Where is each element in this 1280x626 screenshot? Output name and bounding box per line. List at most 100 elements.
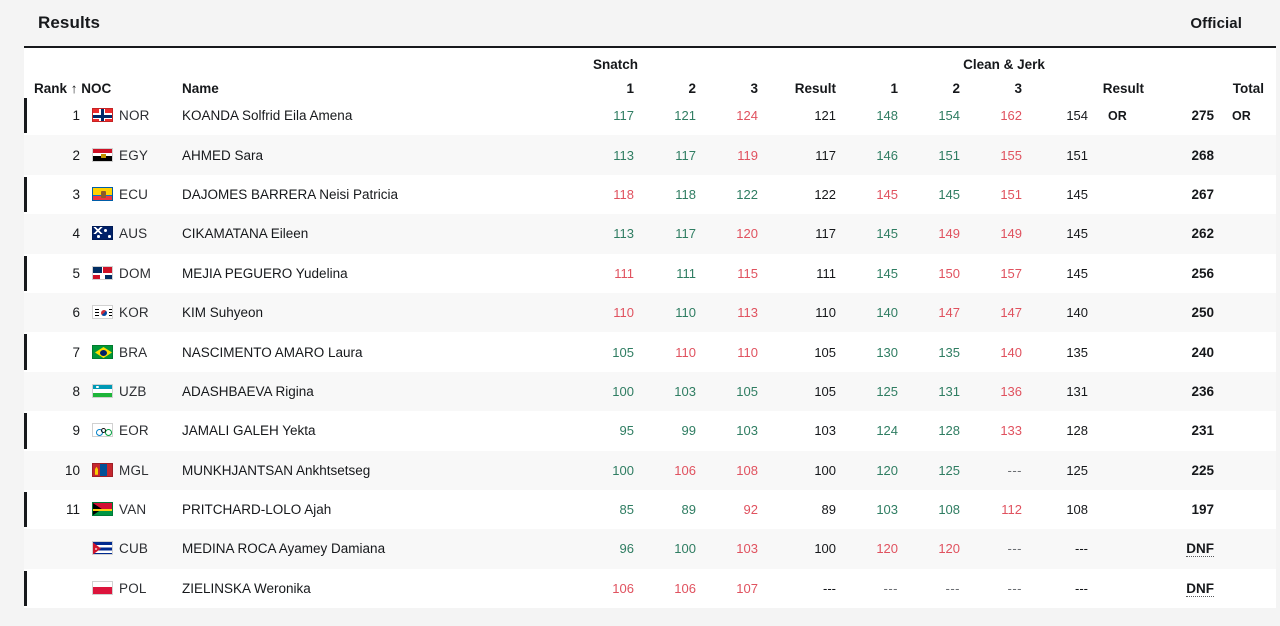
athlete-name[interactable]: CIKAMATANA Eileen <box>174 214 586 253</box>
total-record-badge <box>1226 332 1276 371</box>
snatch-result: 100 <box>772 451 850 490</box>
did-not-finish-badge[interactable]: DNF <box>1186 581 1214 597</box>
athlete-name[interactable]: ADASHBAEVA Rigina <box>174 372 586 411</box>
flag-vanuatu-icon <box>92 502 113 516</box>
table-row[interactable]: 8UZBADASHBAEVA Rigina1001031051051251311… <box>24 372 1276 411</box>
snatch-attempt-1: 117 <box>586 96 648 135</box>
column-header-name[interactable]: Name <box>174 72 586 96</box>
athlete-name[interactable]: MEJIA PEGUERO Yudelina <box>174 254 586 293</box>
table-row[interactable]: POLZIELINSKA Weronika106106107----------… <box>24 569 1276 608</box>
rank-cell: 6 <box>24 293 92 332</box>
rank-cell: 4 <box>24 214 92 253</box>
snatch-attempt-1: 96 <box>586 529 648 568</box>
athlete-name[interactable]: MEDINA ROCA Ayamey Damiana <box>174 529 586 568</box>
athlete-name[interactable]: KOANDA Solfrid Eila Amena <box>174 96 586 135</box>
table-row[interactable]: 5DOMMEJIA PEGUERO Yudelina11111111511114… <box>24 254 1276 293</box>
column-header-cj-3[interactable]: 3 <box>974 72 1036 96</box>
clean-and-jerk-record-badge <box>1102 293 1158 332</box>
column-header-rank-label: Rank <box>34 81 67 96</box>
table-row[interactable]: 9EORJAMALI GALEH Yekta959910310312412813… <box>24 411 1276 450</box>
noc-code: VAN <box>119 502 146 517</box>
flag-uzbekistan-icon <box>92 384 113 398</box>
total-record-badge <box>1226 490 1276 529</box>
total-record-badge <box>1226 254 1276 293</box>
column-header-total[interactable]: Total <box>1158 72 1276 96</box>
snatch-result: 110 <box>772 293 850 332</box>
snatch-attempt-1: 110 <box>586 293 648 332</box>
noc-code: ECU <box>119 187 148 202</box>
athlete-name[interactable]: AHMED Sara <box>174 135 586 174</box>
flag-mongolia-icon <box>92 463 113 477</box>
snatch-attempt-1: 111 <box>586 254 648 293</box>
total-record-badge <box>1226 451 1276 490</box>
column-header-cj-result[interactable]: Result <box>1036 72 1158 96</box>
column-header-snatch-2[interactable]: 2 <box>648 72 710 96</box>
athlete-name[interactable]: DAJOMES BARRERA Neisi Patricia <box>174 175 586 214</box>
results-panel: Results Official Snatch Clean & Jerk <box>24 0 1256 608</box>
column-header-rank-noc[interactable]: Rank ↑ NOC <box>24 72 174 96</box>
athlete-name[interactable]: JAMALI GALEH Yekta <box>174 411 586 450</box>
table-row[interactable]: 1NORKOANDA Solfrid Eila Amena11712112412… <box>24 96 1276 135</box>
total-record-badge <box>1226 293 1276 332</box>
column-header-snatch-result[interactable]: Result <box>772 72 850 96</box>
athlete-name[interactable]: KIM Suhyeon <box>174 293 586 332</box>
snatch-attempt-1: 118 <box>586 175 648 214</box>
table-row[interactable]: 10MGLMUNKHJANTSAN Ankhtsetseg10010610810… <box>24 451 1276 490</box>
clean-and-jerk-result: 135 <box>1036 332 1102 371</box>
table-row[interactable]: CUBMEDINA ROCA Ayamey Damiana96100103100… <box>24 529 1276 568</box>
column-header-snatch-1[interactable]: 1 <box>586 72 648 96</box>
clean-and-jerk-attempt-2: 151 <box>912 135 974 174</box>
page-title: Results <box>38 13 100 33</box>
column-header-cj-2[interactable]: 2 <box>912 72 974 96</box>
clean-and-jerk-attempt-2: 128 <box>912 411 974 450</box>
snatch-attempt-3: 113 <box>710 293 772 332</box>
noc-cell: DOM <box>92 254 174 293</box>
clean-and-jerk-attempt-2: 135 <box>912 332 974 371</box>
clean-and-jerk-attempt-3: 151 <box>974 175 1036 214</box>
clean-and-jerk-attempt-2: 131 <box>912 372 974 411</box>
athlete-name[interactable]: ZIELINSKA Weronika <box>174 569 586 608</box>
flag-dominican-republic-icon <box>92 266 113 280</box>
noc-code: POL <box>119 581 147 596</box>
athlete-name[interactable]: MUNKHJANTSAN Ankhtsetseg <box>174 451 586 490</box>
clean-and-jerk-attempt-1: --- <box>850 569 912 608</box>
table-row[interactable]: 6KORKIM Suhyeon1101101131101401471471402… <box>24 293 1276 332</box>
snatch-attempt-2: 111 <box>648 254 710 293</box>
rank-cell: 1 <box>24 96 92 135</box>
noc-code: MGL <box>119 463 149 478</box>
clean-and-jerk-record-badge <box>1102 254 1158 293</box>
noc-cell: KOR <box>92 293 174 332</box>
clean-and-jerk-result: --- <box>1036 529 1102 568</box>
rank-cell <box>24 569 92 608</box>
clean-and-jerk-attempt-2: 147 <box>912 293 974 332</box>
clean-and-jerk-attempt-3: --- <box>974 451 1036 490</box>
clean-and-jerk-record-badge <box>1102 411 1158 450</box>
snatch-result: --- <box>772 569 850 608</box>
sort-ascending-icon[interactable]: ↑ <box>71 81 78 96</box>
rank-cell: 5 <box>24 254 92 293</box>
clean-and-jerk-record-badge <box>1102 451 1158 490</box>
clean-and-jerk-attempt-3: --- <box>974 569 1036 608</box>
table-row[interactable]: 11VANPRITCHARD-LOLO Ajah8589928910310811… <box>24 490 1276 529</box>
table-row[interactable]: 7BRANASCIMENTO AMARO Laura10511011010513… <box>24 332 1276 371</box>
did-not-finish-badge[interactable]: DNF <box>1186 541 1214 557</box>
results-page: Results Official Snatch Clean & Jerk <box>0 0 1280 626</box>
table-row[interactable]: 3ECUDAJOMES BARRERA Neisi Patricia118118… <box>24 175 1276 214</box>
flag-ecuador-icon <box>92 187 113 201</box>
clean-and-jerk-record-badge: OR <box>1102 96 1158 135</box>
table-row[interactable]: 2EGYAHMED Sara11311711911714615115515126… <box>24 135 1276 174</box>
athlete-name[interactable]: NASCIMENTO AMARO Laura <box>174 332 586 371</box>
snatch-attempt-3: 92 <box>710 490 772 529</box>
clean-and-jerk-attempt-3: 162 <box>974 96 1036 135</box>
athlete-name[interactable]: PRITCHARD-LOLO Ajah <box>174 490 586 529</box>
snatch-attempt-2: 118 <box>648 175 710 214</box>
snatch-attempt-2: 100 <box>648 529 710 568</box>
clean-and-jerk-attempt-1: 103 <box>850 490 912 529</box>
snatch-attempt-2: 117 <box>648 135 710 174</box>
column-header-snatch-3[interactable]: 3 <box>710 72 772 96</box>
noc-cell: POL <box>92 569 174 608</box>
clean-and-jerk-attempt-2: 108 <box>912 490 974 529</box>
column-header-cj-1[interactable]: 1 <box>850 72 912 96</box>
table-row[interactable]: 4AUSCIKAMATANA Eileen1131171201171451491… <box>24 214 1276 253</box>
snatch-attempt-2: 121 <box>648 96 710 135</box>
